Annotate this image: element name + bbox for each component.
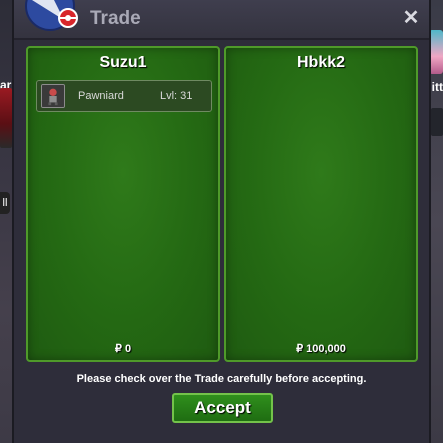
money-amount: ₽ 100,000 xyxy=(296,343,346,355)
close-icon[interactable]: ✕ xyxy=(401,7,421,29)
trade-window: Trade ✕ Suzu1 Pawniard Lvl: 31 ₽ 0 Hbkk2… xyxy=(12,0,431,443)
pokeball-logo-icon xyxy=(25,0,78,31)
item-name: Pawniard xyxy=(78,90,124,102)
background-sprite-right-2 xyxy=(431,108,443,136)
background-text-right: itt xyxy=(431,80,443,94)
player-name: Suzu1 xyxy=(99,54,147,71)
background-sprite-left xyxy=(0,88,12,148)
window-title: Trade xyxy=(90,8,141,29)
trade-panel-left: Suzu1 Pawniard Lvl: 31 ₽ 0 xyxy=(26,46,220,362)
accept-button[interactable]: Accept xyxy=(172,393,273,423)
title-bar[interactable]: Trade ✕ xyxy=(14,0,429,40)
trade-panel-right: Hbkk2 ₽ 100,000 xyxy=(224,46,418,362)
trade-item-row[interactable]: Pawniard Lvl: 31 xyxy=(36,80,212,112)
player-name: Hbkk2 xyxy=(296,54,346,71)
background-pill-left: ll xyxy=(0,192,10,214)
money-amount: ₽ 0 xyxy=(114,343,132,355)
pokemon-sprite-icon xyxy=(41,84,65,108)
item-level: Lvl: 31 xyxy=(160,90,193,102)
trade-notice: Please check over the Trade carefully be… xyxy=(76,373,367,385)
background-sprite-right xyxy=(429,30,443,74)
